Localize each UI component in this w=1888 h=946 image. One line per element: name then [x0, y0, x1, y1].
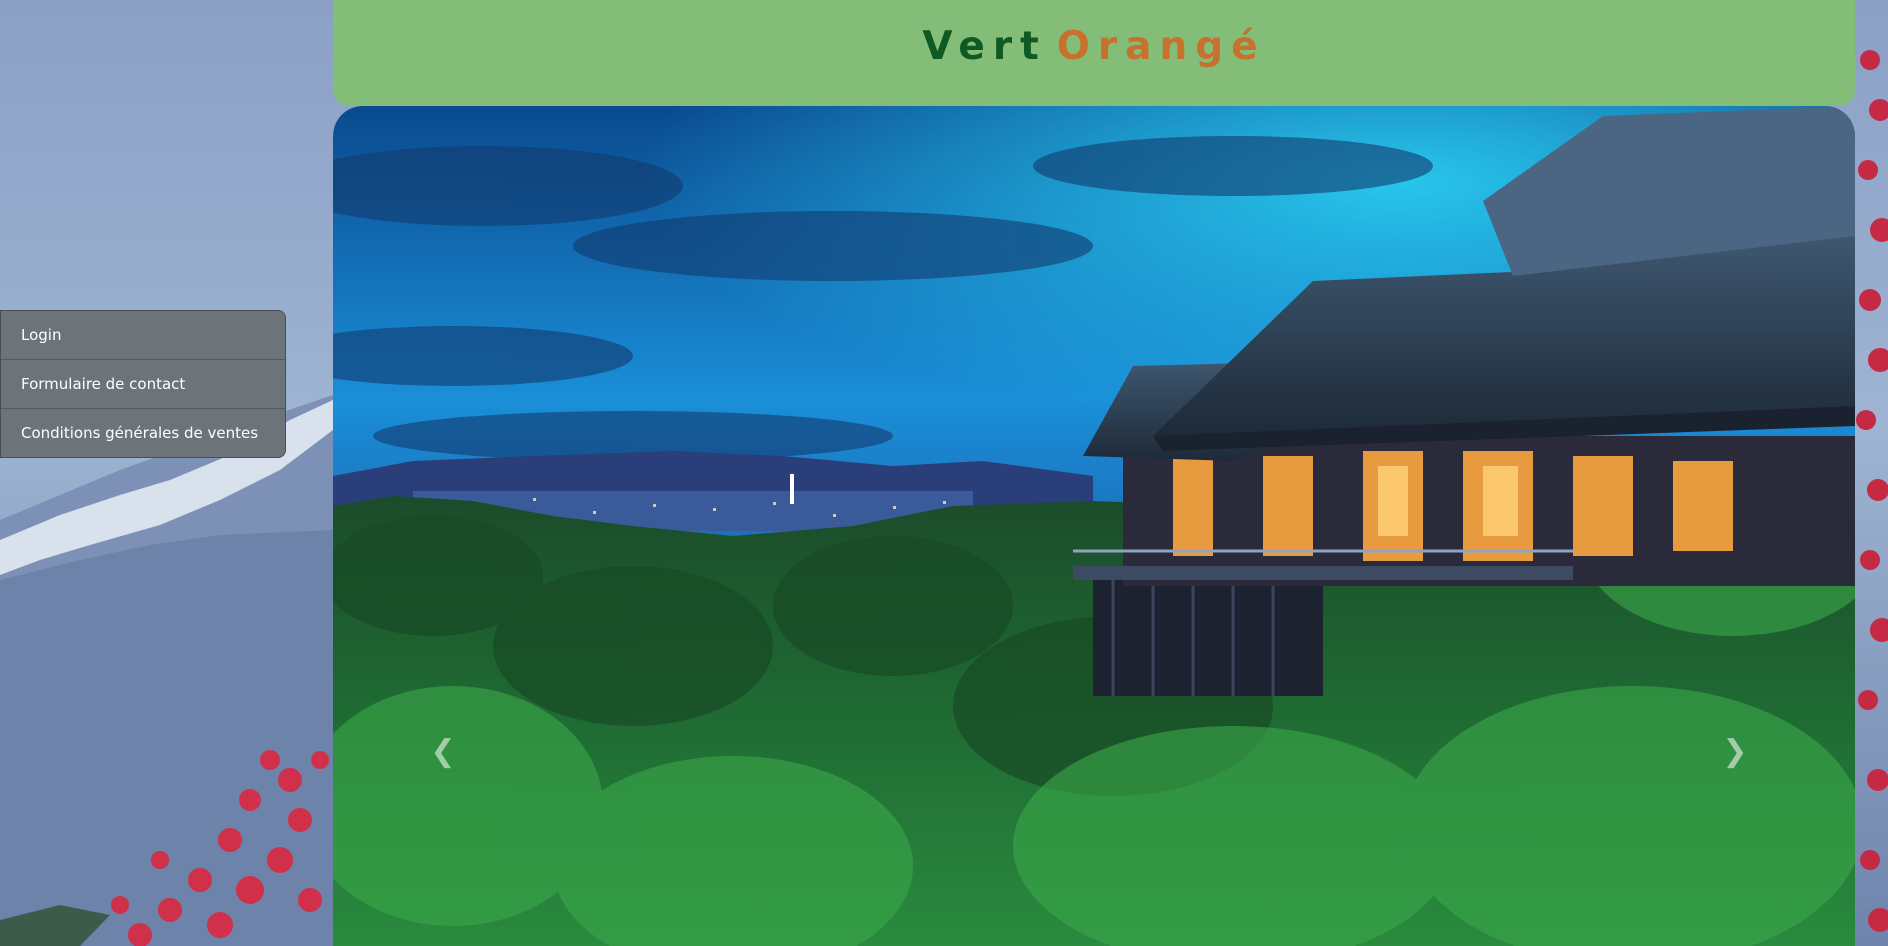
side-menu: Login Formulaire de contact Conditions g…: [0, 310, 286, 458]
chevron-left-icon: ❮: [430, 733, 456, 769]
image-carousel: ❮ ❯: [333, 106, 1855, 946]
menu-item-terms-of-sale[interactable]: Conditions générales de ventes: [1, 408, 285, 457]
menu-item-label: Conditions générales de ventes: [21, 424, 259, 442]
brand-word-orange: Orangé: [1056, 23, 1266, 69]
menu-item-label: Formulaire de contact: [21, 375, 186, 393]
menu-item-label: Login: [21, 326, 62, 344]
menu-item-contact-form[interactable]: Formulaire de contact: [1, 359, 285, 408]
site-header: Vert Orangé: [333, 0, 1855, 106]
carousel-next-button[interactable]: ❯: [1705, 716, 1765, 786]
brand-word-vert: Vert: [922, 23, 1047, 69]
chevron-right-icon: ❯: [1722, 733, 1748, 769]
carousel-slide-image: [333, 106, 1855, 946]
menu-item-login[interactable]: Login: [1, 311, 285, 359]
carousel-prev-button[interactable]: ❮: [413, 716, 473, 786]
site-logo-title[interactable]: Vert Orangé: [922, 24, 1265, 69]
